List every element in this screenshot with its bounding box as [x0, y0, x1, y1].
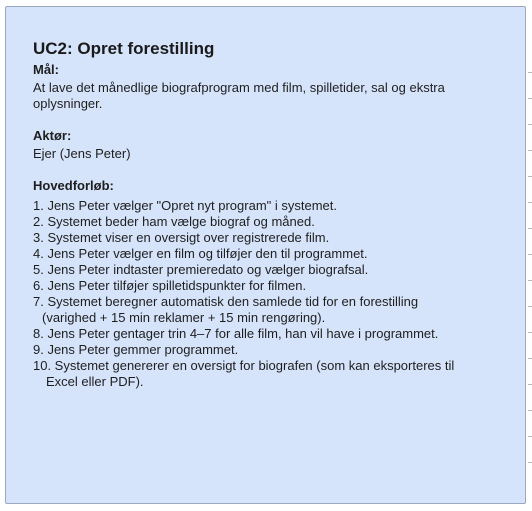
step-item: 6. Jens Peter tilføjer spilletidspunkter…	[33, 278, 307, 293]
step-item: 8. Jens Peter gentager trin 4–7 for alle…	[33, 326, 439, 341]
goal-text: At lave det månedlige biografprogram med…	[33, 80, 445, 111]
edge-tick	[528, 384, 532, 385]
step-item: 3. Systemet viser en oversigt over regis…	[33, 230, 330, 245]
goal-label: Mål:	[33, 62, 59, 77]
use-case-title: UC2: Opret forestilling	[33, 39, 215, 58]
edge-tick	[528, 358, 532, 359]
edge-tick	[528, 254, 532, 255]
edge-tick	[528, 280, 532, 281]
step-item: 1. Jens Peter vælger "Opret nyt program"…	[33, 198, 338, 213]
step-item: 9. Jens Peter gemmer programmet.	[33, 342, 239, 357]
actor-section: Aktør: Ejer (Jens Peter)	[33, 128, 525, 162]
edge-tick	[528, 72, 532, 73]
edge-tick	[528, 332, 532, 333]
edge-tick	[528, 150, 532, 151]
edge-tick	[528, 98, 532, 99]
edge-tick	[528, 306, 532, 307]
actor-text: Ejer (Jens Peter)	[33, 146, 131, 161]
step-item: 5. Jens Peter indtaster premieredato og …	[33, 262, 369, 277]
step-item: 7. Systemet beregner automatisk den saml…	[33, 294, 419, 325]
edge-tick	[528, 202, 532, 203]
use-case-card: UC2: Opret forestilling Mål: At lave det…	[5, 6, 526, 504]
step-item: 4. Jens Peter vælger en film og tilføjer…	[33, 246, 368, 261]
edge-tick	[528, 124, 532, 125]
actor-label: Aktør:	[33, 128, 72, 143]
edge-tick	[528, 462, 532, 463]
step-item: 10. Systemet genererer en oversigt for b…	[33, 358, 455, 389]
step-item: 2. Systemet beder ham vælge biograf og m…	[33, 214, 315, 229]
main-flow-steps: 1. Jens Peter vælger "Opret nyt program"…	[33, 198, 473, 390]
edge-tick	[528, 228, 532, 229]
goal-section: Mål: At lave det månedlige biografprogra…	[33, 62, 525, 112]
edge-tick	[528, 410, 532, 411]
main-flow-label: Hovedforløb:	[33, 178, 114, 193]
edge-tick	[528, 436, 532, 437]
edge-tick	[528, 176, 532, 177]
main-flow-section: Hovedforløb: 1. Jens Peter vælger "Opret…	[33, 178, 525, 390]
